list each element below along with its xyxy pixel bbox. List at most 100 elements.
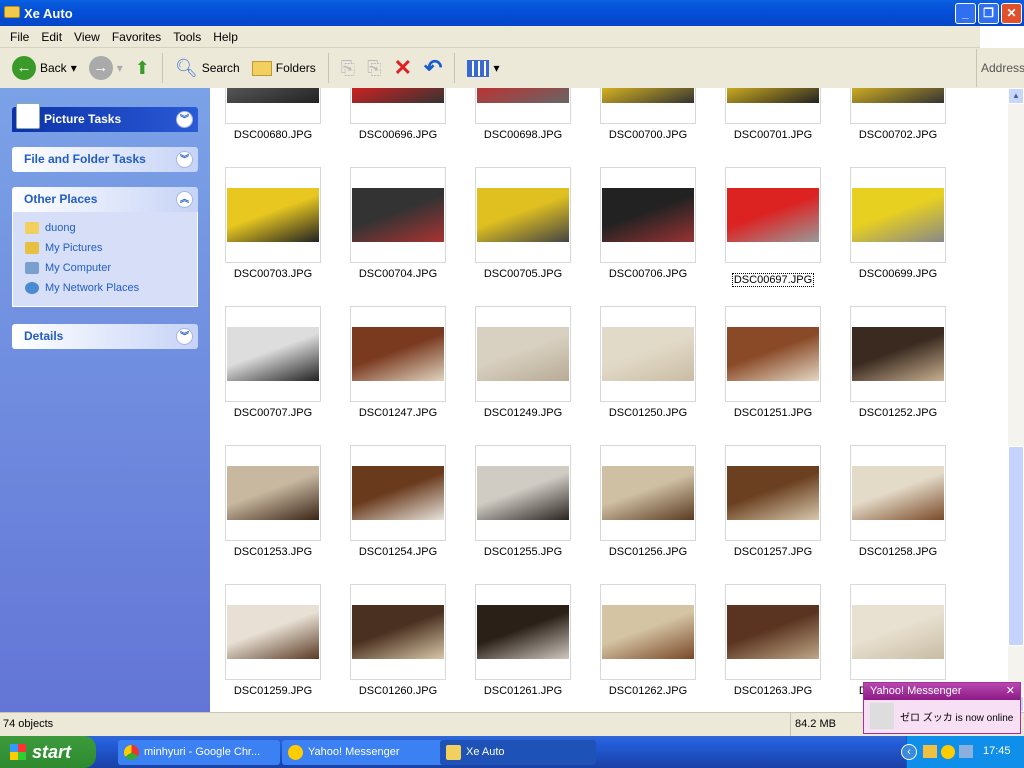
file-name[interactable]: DSC01258.JPG: [859, 546, 937, 558]
thumbnail-frame[interactable]: [475, 306, 571, 402]
thumbnail-item[interactable]: DSC01253.JPG: [225, 445, 321, 558]
thumbnail-frame[interactable]: [350, 584, 446, 680]
chevron-down-icon[interactable]: ︾: [176, 151, 193, 168]
show-hidden-icons-button[interactable]: ‹: [901, 744, 917, 760]
folders-button[interactable]: Folders: [248, 53, 320, 83]
thumbnail-frame[interactable]: [225, 88, 321, 124]
chevron-up-icon[interactable]: ︽: [176, 191, 193, 208]
thumbnail-frame[interactable]: [225, 306, 321, 402]
file-name[interactable]: DSC00704.JPG: [359, 268, 437, 280]
network-icon[interactable]: [959, 745, 973, 758]
file-name[interactable]: DSC00697.JPG: [731, 273, 815, 287]
file-name[interactable]: DSC01263.JPG: [734, 685, 812, 697]
thumbnail-item[interactable]: DSC01261.JPG: [475, 584, 571, 697]
other-places-header[interactable]: Other Places ︽: [12, 187, 198, 212]
maximize-button[interactable]: ❐: [978, 3, 999, 24]
menu-file[interactable]: File: [4, 30, 35, 44]
file-name[interactable]: DSC00699.JPG: [859, 268, 937, 280]
back-button[interactable]: ← Back ▾: [8, 53, 81, 83]
thumbnail-item[interactable]: DSC01256.JPG: [600, 445, 696, 558]
taskbar-yahoo[interactable]: Yahoo! Messenger: [282, 740, 444, 765]
search-button[interactable]: 🔍︎ Search: [171, 53, 244, 83]
thumbnail-item[interactable]: DSC01254.JPG: [350, 445, 446, 558]
thumbnail-item[interactable]: DSC00699.JPG: [850, 167, 946, 280]
thumbnail-frame[interactable]: [600, 306, 696, 402]
place-my-pictures[interactable]: My Pictures: [25, 238, 185, 258]
thumbnail-frame[interactable]: [600, 88, 696, 124]
thumbnail-frame[interactable]: [225, 584, 321, 680]
picture-tasks-header[interactable]: Picture Tasks ︾: [12, 103, 198, 132]
thumbnail-frame[interactable]: [850, 88, 946, 124]
thumbnail-frame[interactable]: [850, 445, 946, 541]
scroll-up-button[interactable]: ▲: [1008, 88, 1024, 104]
details-header[interactable]: Details ︾: [12, 324, 198, 349]
thumbnail-item[interactable]: DSC00680.JPG: [225, 88, 321, 141]
file-name[interactable]: DSC01249.JPG: [484, 407, 562, 419]
file-name[interactable]: DSC01259.JPG: [234, 685, 312, 697]
file-name[interactable]: DSC00705.JPG: [484, 268, 562, 280]
delete-button[interactable]: ✕: [390, 53, 416, 83]
close-button[interactable]: ✕: [1001, 3, 1022, 24]
thumbnail-item[interactable]: DSC00707.JPG: [225, 306, 321, 419]
thumbnail-frame[interactable]: [475, 88, 571, 124]
place-my-network[interactable]: My Network Places: [25, 278, 185, 298]
thumbnail-frame[interactable]: [725, 306, 821, 402]
thumbnail-frame[interactable]: [350, 167, 446, 263]
yahoo-smiley-icon[interactable]: [941, 745, 955, 759]
thumbnail-item[interactable]: DSC00696.JPG: [350, 88, 446, 141]
mail-icon[interactable]: [923, 745, 937, 758]
thumbnail-item[interactable]: DSC00706.JPG: [600, 167, 696, 280]
thumbnail-item[interactable]: DSC01249.JPG: [475, 306, 571, 419]
file-name[interactable]: DSC01257.JPG: [734, 546, 812, 558]
place-my-computer[interactable]: My Computer: [25, 258, 185, 278]
thumbnail-frame[interactable]: [600, 167, 696, 263]
menu-tools[interactable]: Tools: [167, 30, 207, 44]
thumbnail-item[interactable]: DSC01264.JPG: [850, 584, 946, 697]
file-name[interactable]: DSC01254.JPG: [359, 546, 437, 558]
taskbar-chrome[interactable]: minhyuri - Google Chr...: [118, 740, 280, 765]
thumbnail-item[interactable]: DSC01250.JPG: [600, 306, 696, 419]
thumbnail-item[interactable]: DSC00697.JPG: [725, 167, 821, 287]
copy-to-button[interactable]: ⎘: [363, 53, 385, 83]
thumbnail-frame[interactable]: [850, 167, 946, 263]
thumbnail-frame[interactable]: [850, 306, 946, 402]
file-name[interactable]: DSC01261.JPG: [484, 685, 562, 697]
thumbnail-item[interactable]: DSC01257.JPG: [725, 445, 821, 558]
file-name[interactable]: DSC01260.JPG: [359, 685, 437, 697]
thumbnail-item[interactable]: DSC01263.JPG: [725, 584, 821, 697]
file-folder-tasks-header[interactable]: File and Folder Tasks ︾: [12, 147, 198, 172]
thumbnail-frame[interactable]: [600, 445, 696, 541]
thumbnail-frame[interactable]: [350, 306, 446, 402]
file-name[interactable]: DSC01251.JPG: [734, 407, 812, 419]
thumbnail-item[interactable]: DSC00705.JPG: [475, 167, 571, 280]
views-button[interactable]: ▾: [463, 53, 503, 83]
thumbnail-item[interactable]: DSC00698.JPG: [475, 88, 571, 141]
thumbnail-frame[interactable]: [350, 445, 446, 541]
thumbnail-item[interactable]: DSC00701.JPG: [725, 88, 821, 141]
thumbnail-frame[interactable]: [725, 584, 821, 680]
thumbnail-item[interactable]: DSC01259.JPG: [225, 584, 321, 697]
taskbar-xe-auto[interactable]: Xe Auto: [440, 740, 596, 765]
file-name[interactable]: DSC01255.JPG: [484, 546, 562, 558]
up-folder-button[interactable]: ⬆: [131, 53, 154, 83]
file-name[interactable]: DSC01247.JPG: [359, 407, 437, 419]
close-icon[interactable]: ✕: [1006, 683, 1015, 700]
thumbnail-item[interactable]: DSC00703.JPG: [225, 167, 321, 280]
thumbnail-item[interactable]: DSC01251.JPG: [725, 306, 821, 419]
thumbnail-item[interactable]: DSC01258.JPG: [850, 445, 946, 558]
file-name[interactable]: DSC01262.JPG: [609, 685, 687, 697]
chevron-down-icon[interactable]: ︾: [176, 328, 193, 345]
place-duong[interactable]: duong: [25, 218, 185, 238]
thumbnail-frame[interactable]: [725, 88, 821, 124]
file-name[interactable]: DSC01256.JPG: [609, 546, 687, 558]
file-name[interactable]: DSC01253.JPG: [234, 546, 312, 558]
file-name[interactable]: DSC00703.JPG: [234, 268, 312, 280]
thumbnail-item[interactable]: DSC01252.JPG: [850, 306, 946, 419]
thumbnail-frame[interactable]: [725, 445, 821, 541]
file-name[interactable]: DSC00706.JPG: [609, 268, 687, 280]
thumbnail-item[interactable]: DSC01262.JPG: [600, 584, 696, 697]
thumbnail-frame[interactable]: [225, 445, 321, 541]
scroll-thumb[interactable]: [1008, 446, 1024, 646]
file-name[interactable]: DSC00698.JPG: [484, 129, 562, 141]
chevron-down-icon[interactable]: ︾: [176, 111, 193, 128]
